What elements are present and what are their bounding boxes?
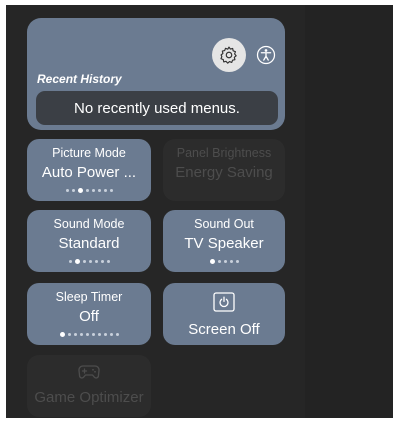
sound-out-card[interactable]: Sound Out TV Speaker: [163, 210, 285, 272]
sound-out-page-indicator: [209, 259, 239, 264]
indicator-dot-active: [77, 188, 83, 193]
indicator-dot: [79, 333, 83, 336]
sound-out-value: TV Speaker: [184, 235, 264, 252]
indicator-dot: [65, 189, 69, 192]
indicator-dot-active: [74, 259, 80, 264]
picture-mode-value: Auto Power ...: [41, 164, 137, 181]
game-optimizer-label: Game Optimizer: [34, 389, 144, 406]
settings-button[interactable]: [212, 38, 246, 72]
indicator-dot: [109, 189, 113, 192]
indicator-dot: [82, 260, 86, 263]
indicator-dot: [73, 333, 77, 336]
indicator-dot: [67, 333, 71, 336]
indicator-dot: [235, 260, 239, 263]
indicator-dot: [68, 260, 72, 263]
picture-mode-label: Picture Mode: [52, 146, 126, 160]
recent-history-title: Recent History: [37, 72, 122, 86]
indicator-dot: [88, 260, 92, 263]
accessibility-button[interactable]: [255, 44, 277, 66]
indicator-dot-active: [209, 259, 215, 264]
indicator-dot: [217, 260, 221, 263]
quick-settings-screen: Recent History No recently used menus. P…: [6, 5, 393, 418]
panel-brightness-value: Energy Saving: [175, 164, 273, 181]
screen-off-card[interactable]: Screen Off: [163, 283, 285, 345]
indicator-dot: [97, 333, 101, 336]
indicator-dot: [85, 189, 89, 192]
sound-mode-value: Standard: [58, 235, 120, 252]
indicator-dot: [103, 189, 107, 192]
indicator-dot: [115, 333, 119, 336]
gear-icon: [220, 46, 237, 64]
sound-mode-page-indicator: [68, 259, 110, 264]
indicator-dot: [97, 189, 101, 192]
indicator-dot: [85, 333, 89, 336]
indicator-dot: [100, 260, 104, 263]
indicator-dot: [103, 333, 107, 336]
quick-settings-panel: Recent History No recently used menus. P…: [6, 5, 305, 418]
panel-brightness-label: Panel Brightness: [176, 146, 272, 160]
indicator-dot: [94, 260, 98, 263]
screen-off-label: Screen Off: [188, 321, 260, 338]
sleep-timer-label: Sleep Timer: [55, 290, 123, 304]
indicator-dot: [229, 260, 233, 263]
indicator-dot: [106, 260, 110, 263]
power-icon: [213, 292, 235, 312]
indicator-dot: [91, 189, 95, 192]
sleep-timer-page-indicator: [59, 332, 119, 337]
indicator-dot: [91, 333, 95, 336]
recent-history-card: Recent History No recently used menus.: [27, 18, 285, 130]
recent-history-empty-message: No recently used menus.: [36, 91, 278, 125]
sound-mode-label: Sound Mode: [53, 217, 125, 231]
sound-out-label: Sound Out: [194, 217, 254, 231]
indicator-dot: [109, 333, 113, 336]
accessibility-icon: [256, 45, 276, 65]
panel-brightness-card: Panel Brightness Energy Saving: [163, 139, 285, 201]
gamepad-icon: [78, 365, 100, 379]
picture-mode-page-indicator: [65, 188, 113, 193]
game-optimizer-card: Game Optimizer: [27, 355, 151, 417]
sleep-timer-card[interactable]: Sleep Timer Off: [27, 283, 151, 345]
sound-mode-card[interactable]: Sound Mode Standard: [27, 210, 151, 272]
indicator-dot-active: [59, 332, 65, 337]
indicator-dot: [223, 260, 227, 263]
picture-mode-card[interactable]: Picture Mode Auto Power ...: [27, 139, 151, 201]
indicator-dot: [71, 189, 75, 192]
sleep-timer-value: Off: [79, 308, 99, 325]
